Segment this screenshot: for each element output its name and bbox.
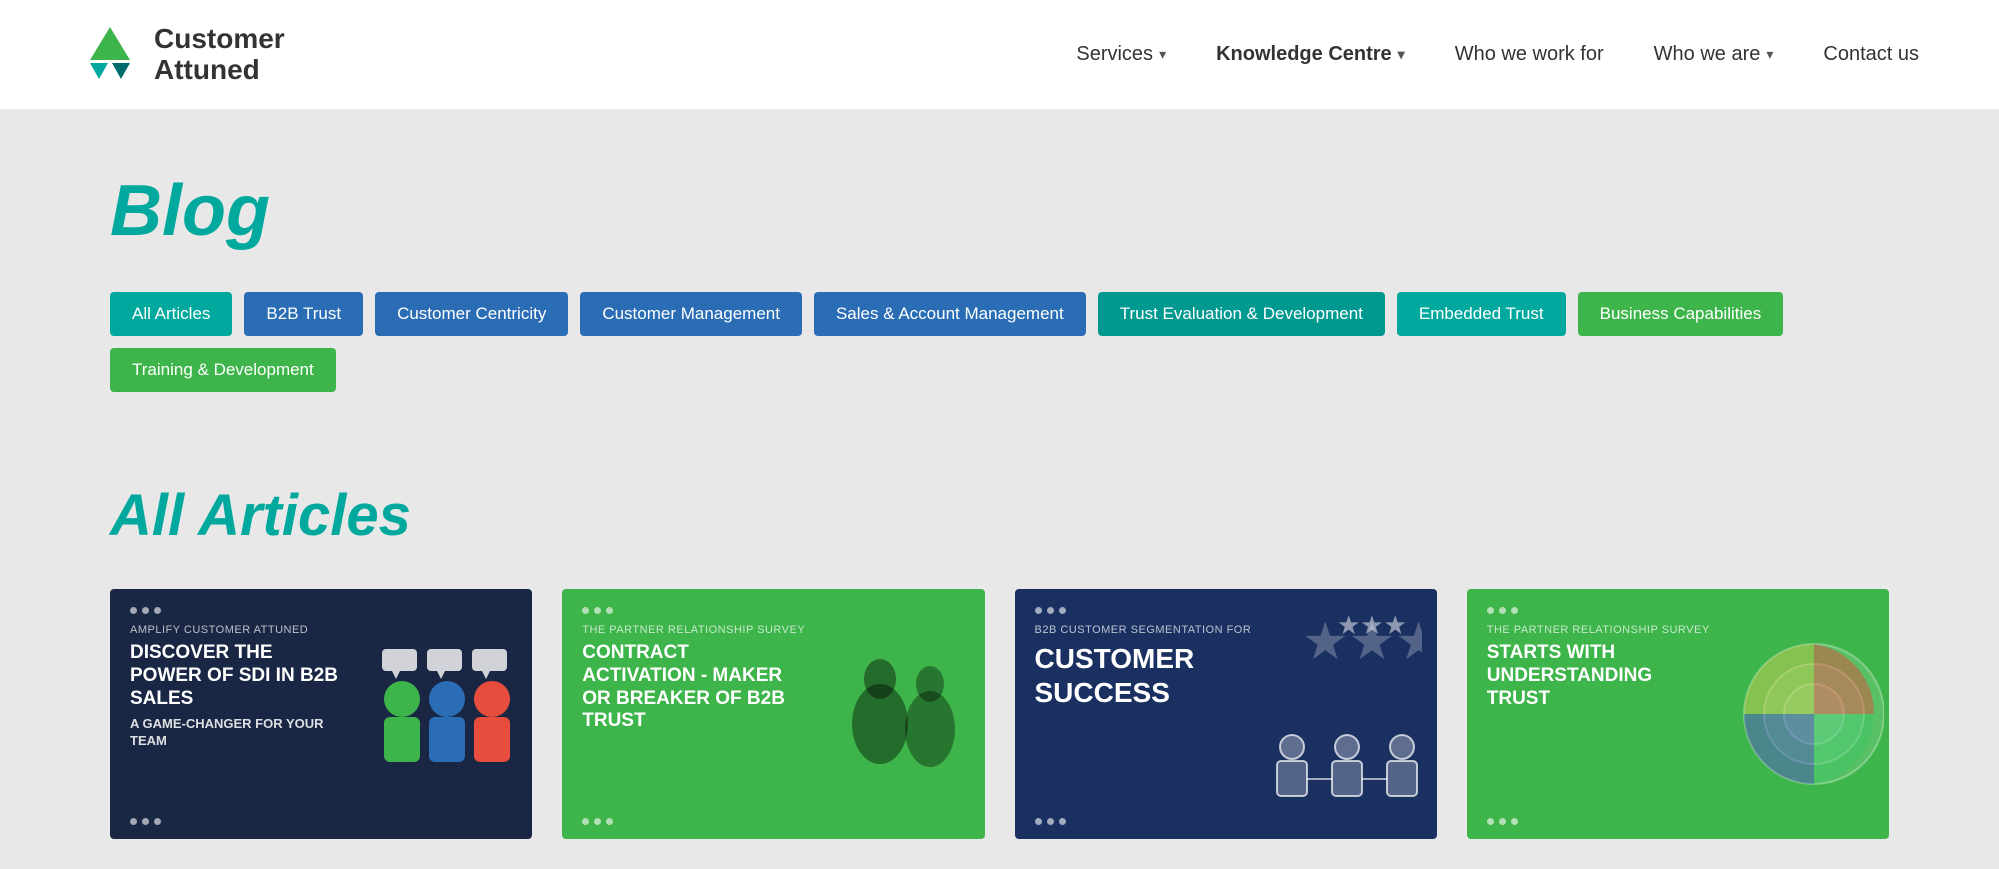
articles-cards-row: AMPLIFY Customer Attuned DISCOVER THE PO… bbox=[110, 589, 1889, 839]
card-dots bbox=[130, 607, 512, 614]
dot bbox=[594, 818, 601, 825]
article-card-4[interactable]: THE PARTNER RELATIONSHIP SURVEY STARTS W… bbox=[1467, 589, 1889, 839]
card-title: CONTRACT ACTIVATION - MAKER OR BREAKER O… bbox=[582, 642, 792, 733]
site-header: Customer Attuned Services ▾ Knowledge Ce… bbox=[0, 0, 1999, 110]
dot bbox=[606, 607, 613, 614]
article-card-3[interactable]: B2B CUSTOMER SEGMENTATION FOR CUSTOMER S… bbox=[1015, 589, 1437, 839]
card-bottom-dots bbox=[1035, 818, 1066, 825]
nav-services[interactable]: Services ▾ bbox=[1076, 43, 1166, 66]
nav-who-we-are[interactable]: Who we are ▾ bbox=[1654, 43, 1774, 66]
nav-contact-us[interactable]: Contact us bbox=[1823, 43, 1919, 66]
card-title: CUSTOMER SUCCESS bbox=[1035, 642, 1245, 709]
card-title: DISCOVER THE POWER OF SDI IN B2B SALES bbox=[130, 642, 340, 710]
dot bbox=[582, 607, 589, 614]
card-subtitle: A GAME-CHANGER FOR YOUR TEAM bbox=[130, 716, 340, 750]
card-bottom-dots bbox=[582, 818, 613, 825]
dot bbox=[1035, 818, 1042, 825]
dot bbox=[1511, 818, 1518, 825]
filter-embedded-trust[interactable]: Embedded Trust bbox=[1397, 292, 1566, 336]
logo-text: Customer Attuned bbox=[154, 24, 285, 86]
dot bbox=[1035, 607, 1042, 614]
dot bbox=[1487, 607, 1494, 614]
card-dots bbox=[582, 607, 964, 614]
card-dots bbox=[1487, 607, 1869, 614]
filter-customer-centricity[interactable]: Customer Centricity bbox=[375, 292, 568, 336]
filter-trust-evaluation[interactable]: Trust Evaluation & Development bbox=[1098, 292, 1385, 336]
dot bbox=[1487, 818, 1494, 825]
dot bbox=[594, 607, 601, 614]
card-figure-stars: ★★★ ★★★ bbox=[1302, 599, 1422, 679]
card-figure-people-chat bbox=[362, 644, 522, 784]
articles-title: All Articles bbox=[110, 482, 1889, 549]
filter-sales-account-management[interactable]: Sales & Account Management bbox=[814, 292, 1086, 336]
card-bottom-dots bbox=[1487, 818, 1518, 825]
chevron-down-icon: ▾ bbox=[1159, 46, 1166, 63]
dot bbox=[154, 818, 161, 825]
dot bbox=[1059, 818, 1066, 825]
filter-b2b-trust[interactable]: B2B Trust bbox=[244, 292, 363, 336]
dot bbox=[130, 818, 137, 825]
dot bbox=[1047, 607, 1054, 614]
blog-section: Blog All Articles B2B Trust Customer Cen… bbox=[0, 110, 1999, 432]
blog-title: Blog bbox=[110, 170, 1889, 252]
dot bbox=[582, 818, 589, 825]
dot bbox=[1499, 607, 1506, 614]
svg-text:★★★: ★★★ bbox=[1337, 610, 1407, 640]
dot bbox=[130, 607, 137, 614]
chevron-down-icon: ▾ bbox=[1398, 46, 1405, 63]
main-nav: Services ▾ Knowledge Centre ▾ Who we wor… bbox=[1076, 43, 1919, 66]
dot bbox=[142, 607, 149, 614]
article-card-2[interactable]: THE PARTNER RELATIONSHIP SURVEY CONTRACT… bbox=[562, 589, 984, 839]
dot bbox=[142, 818, 149, 825]
articles-section: All Articles AMPLIFY Customer Attuned DI… bbox=[0, 432, 1999, 869]
dot bbox=[1059, 607, 1066, 614]
card-bottom-dots bbox=[130, 818, 161, 825]
card-title: STARTS WITH UNDERSTANDING TRUST bbox=[1487, 642, 1697, 710]
filter-customer-management[interactable]: Customer Management bbox=[580, 292, 802, 336]
card-figure-chart bbox=[1704, 629, 1884, 799]
card-figure-silhouettes bbox=[840, 649, 970, 779]
dot bbox=[1499, 818, 1506, 825]
dot bbox=[606, 818, 613, 825]
dot bbox=[1511, 607, 1518, 614]
article-card-1[interactable]: AMPLIFY Customer Attuned DISCOVER THE PO… bbox=[110, 589, 532, 839]
logo[interactable]: Customer Attuned bbox=[80, 24, 285, 86]
dot bbox=[1047, 818, 1054, 825]
filter-training-development[interactable]: Training & Development bbox=[110, 348, 336, 392]
nav-knowledge-centre[interactable]: Knowledge Centre ▾ bbox=[1216, 43, 1405, 66]
filter-tags-container: All Articles B2B Trust Customer Centrici… bbox=[110, 292, 1889, 392]
filter-all-articles[interactable]: All Articles bbox=[110, 292, 232, 336]
card-label: THE PARTNER RELATIONSHIP SURVEY bbox=[582, 624, 964, 636]
card-figure-people bbox=[1267, 729, 1427, 819]
nav-who-we-work-for[interactable]: Who we work for bbox=[1455, 43, 1604, 66]
chevron-down-icon: ▾ bbox=[1766, 46, 1773, 63]
dot bbox=[154, 607, 161, 614]
card-label: AMPLIFY Customer Attuned bbox=[130, 624, 512, 636]
logo-icon bbox=[80, 25, 140, 85]
filter-business-capabilities[interactable]: Business Capabilities bbox=[1578, 292, 1784, 336]
